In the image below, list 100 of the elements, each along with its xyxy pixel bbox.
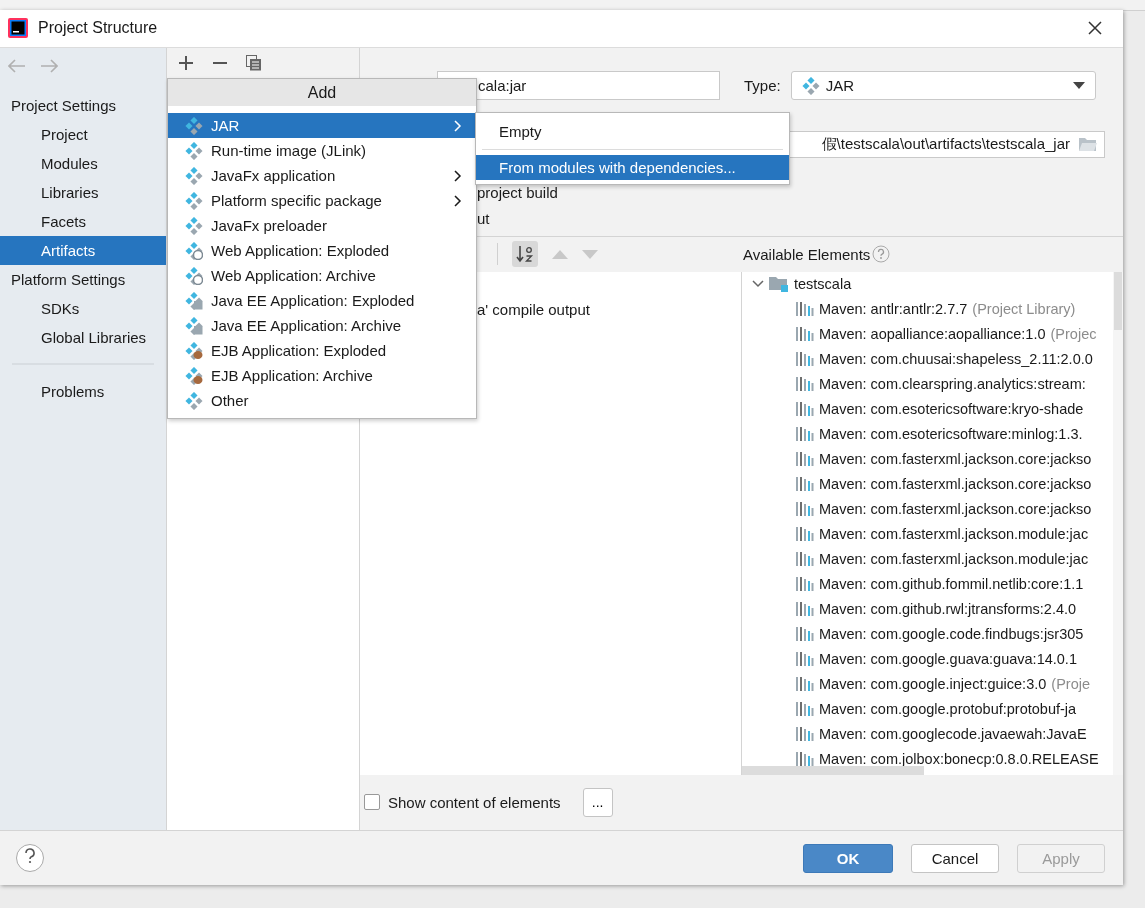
sidebar-item[interactable]: Global Libraries — [0, 322, 166, 352]
question-mark-icon — [23, 848, 37, 865]
library-item[interactable]: Maven: com.esotericsoftware:minlog:1.3. — [819, 426, 1083, 443]
sidebar-section-title: Platform Settings — [10, 269, 127, 290]
library-item[interactable]: Maven: antlr:antlr:2.7.7 — [819, 301, 968, 318]
library-icon — [796, 476, 814, 493]
menu-item[interactable]: From modules with dependencies... — [476, 155, 789, 180]
library-icon — [796, 551, 814, 568]
library-icon — [796, 301, 814, 318]
library-icon — [796, 351, 814, 368]
copy-icon[interactable] — [244, 52, 264, 73]
library-item[interactable]: Maven: com.fasterxml.jackson.module:jac — [819, 526, 1089, 543]
library-item[interactable]: Maven: com.fasterxml.jackson.core:jackso — [819, 476, 1092, 493]
library-item[interactable]: Maven: com.googlecode.javaewah:JavaE — [819, 726, 1087, 743]
library-item[interactable]: Maven: com.chuusai:shapeless_2.11:2.0.0 — [819, 351, 1093, 368]
menu-item[interactable]: JavaFx application — [168, 163, 476, 188]
move-up-icon[interactable] — [552, 249, 568, 259]
help-icon[interactable] — [872, 245, 891, 264]
scrollbar-thumb[interactable] — [742, 765, 924, 775]
library-item[interactable]: Maven: com.google.inject:guice:3.0 — [819, 676, 1047, 693]
sidebar-item[interactable]: Modules — [0, 148, 166, 178]
menu-item[interactable]: Other — [168, 388, 476, 413]
menu-item[interactable]: EJB Application: Exploded — [168, 338, 476, 363]
more-button[interactable]: ... — [582, 787, 613, 817]
close-icon[interactable] — [1087, 20, 1103, 37]
tree-item[interactable]: testscala — [794, 276, 852, 293]
sidebar-section-title: Project Settings — [10, 95, 118, 116]
library-note: (Project Library) — [972, 301, 1076, 318]
enterprise-artifact-icon — [185, 291, 203, 310]
move-down-icon[interactable] — [582, 249, 598, 259]
sidebar-item[interactable]: Problems — [0, 376, 166, 406]
menu-item[interactable]: Web Application: Archive — [168, 263, 476, 288]
output-layout-tab[interactable]: ut — [477, 209, 490, 227]
library-icon — [796, 426, 814, 443]
library-item[interactable]: Maven: com.github.rwl:jtransforms:2.4.0 — [819, 601, 1077, 618]
library-item[interactable]: Maven: com.fasterxml.jackson.module:jac — [819, 551, 1089, 568]
forward-arrow-icon[interactable] — [40, 58, 58, 73]
library-icon — [796, 451, 814, 468]
library-item[interactable]: Maven: com.github.fommil.netlib:core:1.1 — [819, 576, 1084, 593]
library-item[interactable]: Maven: com.esotericsoftware:kryo-shade — [819, 401, 1084, 418]
show-content-checkbox[interactable] — [364, 794, 380, 811]
sidebar-item[interactable]: Libraries — [0, 177, 166, 207]
library-item[interactable]: Maven: com.clearspring.analytics:stream: — [819, 376, 1086, 393]
window-title: Project Structure — [38, 19, 159, 38]
library-icon — [796, 376, 814, 393]
library-icon — [796, 601, 814, 618]
artifact-icon — [185, 141, 203, 160]
library-icon — [796, 701, 814, 718]
library-item[interactable]: Maven: com.google.guava:guava:14.0.1 — [819, 651, 1077, 668]
scrollbar-thumb[interactable] — [1114, 271, 1122, 330]
sidebar-item[interactable]: Artifacts — [0, 235, 166, 265]
library-icon — [796, 676, 814, 693]
menu-item[interactable]: Platform specific package — [168, 188, 476, 213]
menu-item[interactable]: Empty — [476, 119, 789, 144]
module-folder-icon — [769, 276, 789, 293]
bean-artifact-icon — [185, 366, 203, 385]
dropdown-caret-icon — [1072, 82, 1085, 90]
sort-alphabetically-button[interactable] — [512, 241, 538, 268]
menu-item[interactable]: Run-time image (JLink) — [168, 138, 476, 163]
folder-icon[interactable] — [1078, 136, 1098, 153]
library-item[interactable]: Maven: com.fasterxml.jackson.core:jackso — [819, 451, 1092, 468]
include-build-label: project build — [477, 184, 559, 201]
library-icon — [796, 726, 814, 743]
show-content-label: Show content of elements — [388, 793, 561, 811]
type-dropdown[interactable]: JAR — [790, 71, 1096, 101]
menu-item[interactable]: JavaFx preloader — [168, 213, 476, 238]
sidebar-item[interactable]: Project — [0, 119, 166, 149]
library-note: (Proje — [1051, 676, 1090, 693]
library-icon — [796, 576, 814, 593]
artifact-icon — [185, 166, 203, 185]
artifact-icon — [801, 76, 820, 95]
help-button[interactable] — [16, 844, 44, 873]
library-icon — [796, 651, 814, 668]
menu-item[interactable]: Web Application: Exploded — [168, 238, 476, 263]
library-icon — [796, 751, 814, 768]
sidebar-item[interactable]: SDKs — [0, 293, 166, 323]
web-artifact-icon — [185, 266, 203, 285]
available-elements-label: Available Elements — [743, 245, 871, 263]
menu-item[interactable]: JAR — [168, 113, 476, 138]
library-icon — [796, 401, 814, 418]
web-artifact-icon — [185, 241, 203, 260]
library-item[interactable]: Maven: com.fasterxml.jackson.core:jackso — [819, 501, 1092, 518]
menu-item[interactable]: Java EE Application: Archive — [168, 313, 476, 338]
menu-item[interactable]: EJB Application: Archive — [168, 363, 476, 388]
back-arrow-icon[interactable] — [8, 58, 26, 73]
app-logo-icon — [8, 18, 28, 39]
menu-item[interactable]: Java EE Application: Exploded — [168, 288, 476, 313]
artifact-icon — [185, 216, 203, 235]
library-icon — [796, 626, 814, 643]
type-label: Type: — [744, 77, 781, 95]
dialog-button[interactable]: Cancel — [911, 843, 999, 873]
artifact-icon — [185, 116, 203, 135]
library-item[interactable]: Maven: com.jolbox:bonecp:0.8.0.RELEASE — [819, 751, 1099, 768]
library-item[interactable]: Maven: aopalliance:aopalliance:1.0 — [819, 326, 1046, 343]
library-item[interactable]: Maven: com.google.protobuf:protobuf-ja — [819, 701, 1077, 718]
artifact-icon — [185, 191, 203, 210]
dialog-button[interactable]: OK — [803, 843, 893, 873]
library-item[interactable]: Maven: com.google.code.findbugs:jsr305 — [819, 626, 1084, 643]
library-icon — [796, 501, 814, 518]
sidebar-item[interactable]: Facets — [0, 206, 166, 236]
